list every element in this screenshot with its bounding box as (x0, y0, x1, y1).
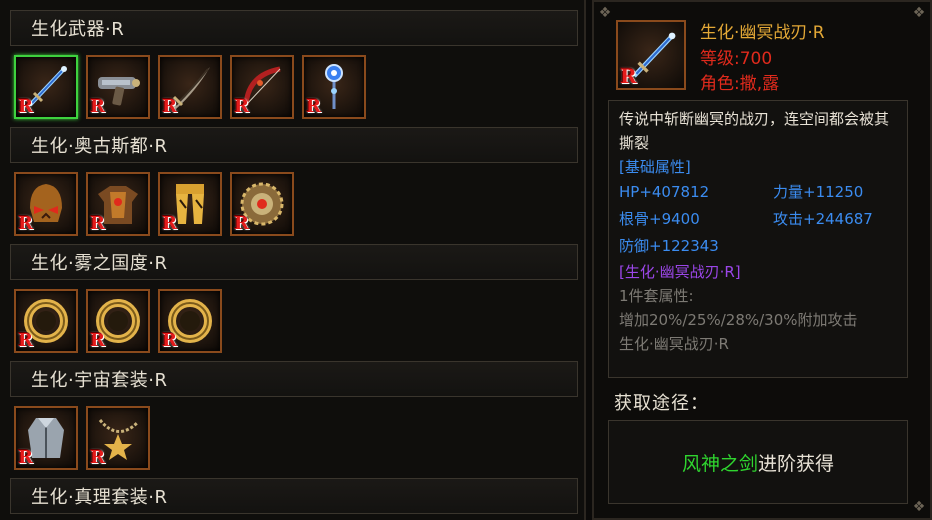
rarity-badge: R (162, 329, 177, 351)
item-description-box: 传说中斩断幽冥的战刃，连空间都会被其撕裂 [基础属性] HP+407812 力量… (608, 100, 908, 378)
item-slot-blaster-gun[interactable]: R (86, 54, 150, 119)
obtain-box: 风神之剑 进阶获得 (608, 420, 908, 504)
item-detail-panel: ❖ ❖ ❖ R 生化·幽冥战刃·R 等级:700 角色:撒,露 传说中斩断幽冥的… (592, 0, 932, 520)
set-items-weapons: R R R R R (10, 46, 578, 127)
item-slot-long-coat[interactable]: R (14, 405, 78, 470)
corner-ornament-icon: ❖ (912, 499, 926, 515)
set-bonus-member: 生化·幽冥战刃·R (619, 335, 729, 353)
set-items-augustus: R R R R (10, 163, 578, 244)
rarity-badge: R (162, 212, 177, 234)
attr-constitution: 根骨+9400 (619, 210, 700, 228)
rarity-badge: R (18, 446, 33, 468)
item-slot-crystal-staff[interactable]: R (302, 54, 366, 119)
rarity-badge: R (90, 212, 105, 234)
set-header-augustus: 生化·奥古斯都·R (10, 127, 578, 163)
item-slot-demon-helmet[interactable]: R (14, 171, 78, 236)
detail-item-icon: R (616, 20, 686, 90)
rarity-badge: R (18, 329, 33, 351)
item-slot-gold-ring[interactable]: R (14, 288, 78, 353)
attr-attack: 攻击+244687 (773, 210, 873, 228)
rarity-badge: R (18, 212, 33, 234)
item-slot-sun-medallion[interactable]: R (230, 171, 294, 236)
item-slot-gold-ring[interactable]: R (158, 288, 222, 353)
set-title: 生化武器·R (31, 19, 125, 40)
item-role: 角色:撒,露 (700, 74, 780, 94)
item-slot-red-bow[interactable]: R (230, 54, 294, 119)
item-slot-spiked-armor[interactable]: R (86, 171, 150, 236)
rarity-badge: R (162, 95, 177, 117)
obtain-title: 获取途径： (614, 393, 709, 414)
set-header-weapons: 生化武器·R (10, 10, 578, 46)
rarity-badge: R (620, 64, 637, 88)
set-title: 生化·真理套装·R (31, 487, 168, 508)
rarity-badge: R (234, 95, 249, 117)
item-name: 生化·幽冥战刃·R (700, 23, 825, 43)
item-level: 等级:700 (700, 49, 773, 69)
item-description: 传说中斩断幽冥的战刃，连空间都会被其撕裂 (619, 110, 890, 152)
set-bonus-label: 1件套属性: (619, 287, 694, 305)
rarity-badge: R (90, 329, 105, 351)
item-slot-gold-ring[interactable]: R (86, 288, 150, 353)
rarity-badge: R (234, 212, 249, 234)
set-header-cosmos: 生化·宇宙套装·R (10, 361, 578, 397)
corner-ornament-icon: ❖ (912, 5, 926, 21)
item-slot-dark-blade[interactable]: R (158, 54, 222, 119)
set-header-fog-realm: 生化·雾之国度·R (10, 244, 578, 280)
attr-defense: 防御+122343 (619, 237, 719, 255)
base-attr-title: [基础属性] (619, 158, 691, 176)
obtain-method-text: 进阶获得 (758, 452, 835, 475)
set-bonus-effect: 增加20%/25%/28%/30%附加攻击 (619, 311, 858, 329)
item-slot-star-necklace[interactable]: R (86, 405, 150, 470)
set-header-truth: 生化·真理套装·R (10, 478, 578, 514)
set-title: 生化·宇宙套装·R (31, 370, 168, 391)
rarity-badge: R (306, 95, 321, 117)
set-list-scroll[interactable]: 生化武器·R R R R R R 生化·奥古斯都·R R R R R 生化·雾之… (10, 10, 578, 520)
set-items-fog-realm: R R R (10, 280, 578, 361)
attr-strength: 力量+11250 (773, 183, 864, 201)
set-title: 生化·奥古斯都·R (31, 136, 168, 157)
rarity-badge: R (90, 95, 105, 117)
set-title: 生化·雾之国度·R (31, 253, 168, 274)
set-bonus-name: [生化·幽冥战刃·R] (619, 263, 741, 281)
item-slot-gold-greaves[interactable]: R (158, 171, 222, 236)
set-items-cosmos: R R (10, 397, 578, 478)
rarity-badge: R (90, 446, 105, 468)
obtain-source-link[interactable]: 风神之剑 (682, 449, 758, 476)
corner-ornament-icon: ❖ (598, 5, 612, 21)
base-attr-grid: HP+407812 力量+11250 根骨+9400 攻击+244687 防御+… (619, 179, 897, 260)
attr-hp: HP+407812 (619, 183, 710, 201)
rarity-badge: R (18, 95, 33, 117)
item-slot-blue-sword[interactable]: R (14, 54, 78, 119)
equipment-set-list: 生化武器·R R R R R R 生化·奥古斯都·R R R R R 生化·雾之… (0, 0, 586, 520)
